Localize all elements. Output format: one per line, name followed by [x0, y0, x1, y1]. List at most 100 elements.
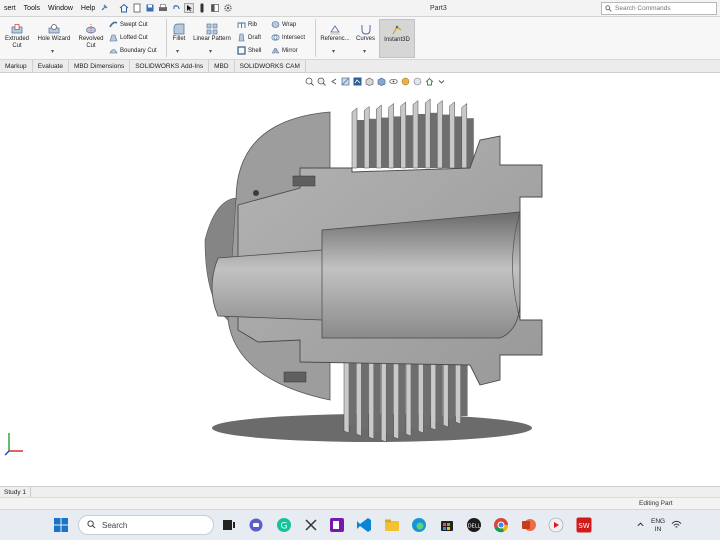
chevron-up-icon[interactable] [636, 520, 645, 531]
bottom-fin-gap [386, 362, 393, 434]
chat-icon[interactable] [248, 517, 264, 533]
powerpoint-icon[interactable] [521, 517, 537, 533]
home-icon[interactable] [119, 3, 129, 13]
bottom-fin-gap [423, 362, 430, 425]
intersect-button[interactable]: Intersect [271, 33, 305, 42]
instant3d-button[interactable]: Instant3D [379, 19, 415, 58]
chrome-icon[interactable] [493, 517, 509, 533]
menu-bar: sert Tools Window Help [0, 0, 109, 17]
extruded-cut-icon [11, 23, 23, 35]
fillet-icon [173, 23, 185, 35]
top-fin-gap [418, 114, 425, 168]
new-document-icon[interactable] [132, 3, 142, 13]
reference-geometry-button[interactable]: Referenc... [318, 23, 352, 43]
extruded-cut-button[interactable]: Extruded Cut [2, 23, 32, 50]
edge-icon[interactable] [411, 517, 427, 533]
print-icon[interactable] [158, 3, 168, 13]
menu-window[interactable]: Window [44, 0, 77, 17]
curves-dropdown[interactable]: ▾ [363, 48, 366, 55]
view-dropdown-icon[interactable] [437, 77, 446, 86]
linear-pattern-button[interactable]: Linear Pattern [191, 23, 233, 43]
apply-scene-icon[interactable] [413, 77, 422, 86]
shell-button[interactable]: Shell [237, 46, 261, 55]
bottom-fin [406, 362, 411, 436]
task-view-icon[interactable] [221, 517, 237, 533]
shell-icon [237, 46, 246, 55]
menu-insert[interactable]: sert [0, 0, 20, 17]
hole-wizard-dropdown[interactable]: ▾ [51, 48, 54, 55]
view-orientation-icon[interactable] [365, 77, 374, 86]
tab-mbd[interactable]: MBD [209, 60, 234, 73]
fillet-dropdown[interactable]: ▾ [176, 48, 179, 55]
menu-tools[interactable]: Tools [20, 0, 44, 17]
revolved-cut-button[interactable]: Revolved Cut [76, 23, 106, 50]
boundary-cut-button[interactable]: Boundary Cut [109, 46, 157, 55]
rib-button[interactable]: Rib [237, 20, 257, 29]
section-view-icon[interactable] [341, 77, 350, 86]
zoom-to-fit-icon[interactable] [305, 77, 314, 86]
part-model[interactable] [0, 73, 720, 486]
tab-study-1[interactable]: Study 1 [0, 487, 31, 498]
tab-solidworks-add-ins[interactable]: SOLIDWORKS Add-Ins [130, 60, 209, 73]
status-bar: Editing Part [0, 497, 720, 509]
undo-icon[interactable] [171, 3, 181, 13]
snipping-tool-icon[interactable] [303, 517, 319, 533]
media-player-icon[interactable] [548, 517, 564, 533]
bottom-fin [394, 362, 399, 439]
zoom-to-area-icon[interactable] [317, 77, 326, 86]
taskbar-search-box[interactable]: Search [78, 515, 214, 535]
options-gear-icon[interactable] [223, 3, 233, 13]
curves-button[interactable]: Curves [353, 23, 378, 43]
language-top: ENG [651, 518, 665, 525]
traffic-light-icon[interactable] [197, 3, 207, 13]
store-icon[interactable] [439, 517, 455, 533]
lofted-cut-button[interactable]: Lofted Cut [109, 33, 148, 42]
dynamic-annotation-icon[interactable] [353, 77, 362, 86]
heads-up-view-toolbar [305, 75, 446, 87]
file-properties-icon[interactable] [210, 3, 220, 13]
search-commands-box[interactable]: Search Commands [601, 2, 717, 15]
linear-pattern-dropdown[interactable]: ▾ [209, 48, 212, 55]
wrap-button[interactable]: Wrap [271, 20, 296, 29]
edit-appearance-icon[interactable] [401, 77, 410, 86]
hide-show-items-icon[interactable] [389, 77, 398, 86]
top-fin-gap [357, 120, 364, 168]
rib-label: Rib [248, 22, 257, 28]
windows-start-icon[interactable] [53, 517, 69, 533]
swept-cut-button[interactable]: Swept Cut [109, 20, 148, 29]
dell-icon[interactable]: DELL [466, 517, 482, 533]
top-fin [462, 104, 467, 169]
pin-icon[interactable] [99, 3, 109, 13]
save-icon[interactable] [145, 3, 155, 13]
onenote-icon[interactable] [329, 517, 345, 533]
tab-solidworks-cam[interactable]: SOLIDWORKS CAM [235, 60, 306, 73]
solidworks-taskbar-icon[interactable]: SW [576, 517, 592, 533]
language-indicator[interactable]: ENG IN [651, 518, 665, 534]
vscode-icon[interactable] [356, 517, 372, 533]
select-icon[interactable] [184, 3, 194, 13]
lofted-cut-icon [109, 33, 118, 42]
file-explorer-icon[interactable] [384, 517, 400, 533]
draft-button[interactable]: Draft [237, 33, 261, 42]
view-settings-icon[interactable] [425, 77, 434, 86]
menu-help[interactable]: Help [77, 0, 99, 17]
tab-evaluate[interactable]: Evaluate [33, 60, 69, 73]
tab-markup[interactable]: Markup [0, 60, 33, 73]
graphics-viewport[interactable] [0, 73, 720, 486]
grammarly-icon[interactable]: G [276, 517, 292, 533]
tab-mbd-dimensions[interactable]: MBD Dimensions [69, 60, 130, 73]
swept-cut-icon [109, 20, 118, 29]
reference-geometry-dropdown[interactable]: ▾ [332, 48, 335, 55]
revolved-cut-label-1: Revolved [78, 36, 103, 42]
bottom-fin-gap [436, 362, 443, 422]
wifi-icon[interactable] [671, 520, 682, 531]
taskbar-search-label: Search [102, 521, 127, 530]
fillet-button[interactable]: Fillet [169, 23, 189, 43]
top-fin-gap [442, 115, 449, 168]
display-style-icon[interactable] [377, 77, 386, 86]
mirror-button[interactable]: Mirror [271, 46, 298, 55]
previous-view-icon[interactable] [329, 77, 338, 86]
hole-wizard-button[interactable]: Hole Wizard [34, 23, 74, 43]
draft-icon [237, 33, 246, 42]
extruded-cut-label-2: Cut [12, 43, 21, 49]
